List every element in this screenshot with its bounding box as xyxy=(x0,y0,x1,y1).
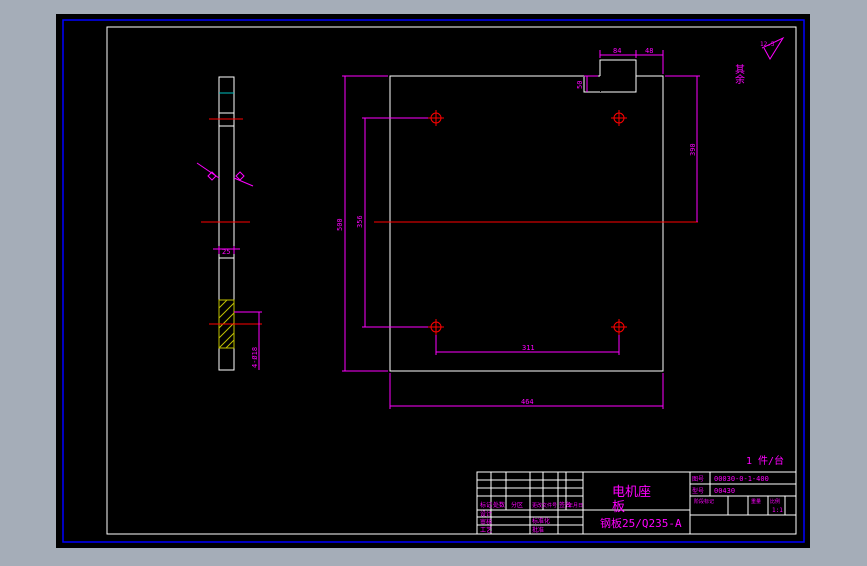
col-label: 更改文件号 xyxy=(532,502,557,509)
thickness-dimension: 25 xyxy=(222,248,230,256)
stage-label: 比例 xyxy=(770,498,780,505)
stage-label: 阶段标记 xyxy=(694,498,714,505)
hole-vertical-dimension: 356 xyxy=(356,215,364,228)
hole-callout: 4-Ø18 xyxy=(251,347,259,368)
row-label: 审核 xyxy=(480,518,492,526)
overall-height-dimension: 500 xyxy=(336,218,344,231)
quantity-note: 1 件/台 xyxy=(746,454,784,467)
stage-label: 重量 xyxy=(751,498,761,505)
row-label: 设计 xyxy=(480,510,492,518)
col-label: 处数 xyxy=(493,501,505,509)
overall-width-dimension: 464 xyxy=(521,398,534,406)
right-vertical-dimension: 390 xyxy=(689,143,697,156)
scale-value: 1:1 xyxy=(772,507,783,514)
model-number: 00430 xyxy=(714,487,735,495)
cad-drawing: 25 4-Ø18 84 48 50 390 500 356 311 464 其余… xyxy=(56,14,810,548)
col-label: 年月日 xyxy=(568,502,583,509)
notch-offset-dimension: 48 xyxy=(645,47,653,55)
sub-label: 批准 xyxy=(532,526,544,534)
notch-width-dimension: 84 xyxy=(613,47,621,55)
hole-horizontal-dimension: 311 xyxy=(522,344,535,352)
row-label: 工艺 xyxy=(480,526,492,534)
material: 钢板25/Q235-A xyxy=(600,516,682,530)
drawing-no-label: 图号 xyxy=(692,476,704,483)
part-name-continued: 板 xyxy=(612,500,625,515)
roughness-value: 12.5 xyxy=(760,41,775,48)
drawing-viewport: 25 4-Ø18 84 48 50 390 500 356 311 464 其余… xyxy=(0,0,867,562)
drawing-number: 00030-0-1-400 xyxy=(714,475,769,483)
roughness-label: 其余 xyxy=(733,64,745,85)
part-name: 电机座 xyxy=(612,485,651,500)
row-label: 标记 xyxy=(480,501,492,509)
sub-label: 标准化 xyxy=(532,517,550,525)
col-label: 分区 xyxy=(511,501,523,509)
notch-depth-dimension: 50 xyxy=(576,81,584,89)
model-label: 型号 xyxy=(692,487,704,495)
